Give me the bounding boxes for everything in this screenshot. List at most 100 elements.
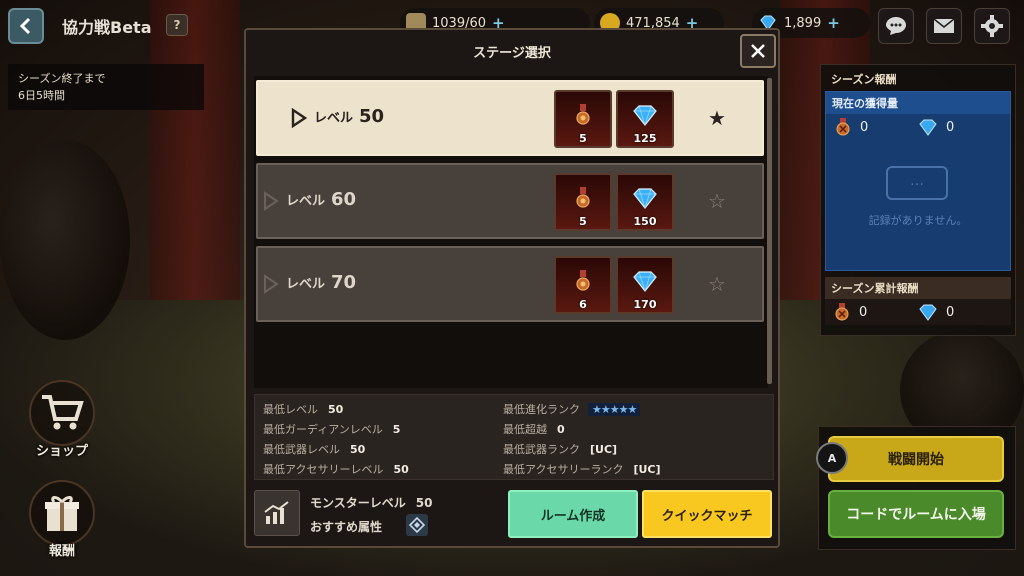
monster-info: モンスターレベル 50 おすすめ属性 xyxy=(254,486,498,542)
medal-icon xyxy=(836,118,850,136)
settings-button[interactable] xyxy=(974,8,1010,44)
requirements-panel: 最低レベル 50 最低ガーディアンレベル 5 最低武器レベル 50 最低アクセサリーレ… xyxy=(254,394,774,480)
req-min-accessory-rank: 最低アクセサリーランク [UC] xyxy=(503,463,661,476)
current-reward-title: 現在の獲得量 xyxy=(826,92,1010,114)
medal-reward-count: 5 xyxy=(579,215,587,228)
stage-level-number: 60 xyxy=(331,189,357,210)
recommended-attribute-label: おすすめ属性 xyxy=(310,520,383,534)
gem-icon xyxy=(633,271,657,292)
req-min-weapon-level: 最低武器レベル 50 xyxy=(263,443,366,456)
shop-label: ショップ xyxy=(35,444,88,459)
help-button[interactable]: ? xyxy=(166,14,188,36)
medal-reward-slot: 5 xyxy=(554,173,612,231)
page-title: 協力戦Beta xyxy=(62,18,152,37)
start-battle-button[interactable]: 戦闘開始 xyxy=(828,436,1004,482)
gem-icon xyxy=(919,119,937,136)
shop-button[interactable]: ショップ xyxy=(24,380,100,459)
back-button[interactable] xyxy=(8,8,44,44)
cumulative-medal-count: 0 xyxy=(859,304,868,320)
chat-icon xyxy=(886,17,906,35)
reward-icon-frame xyxy=(29,480,95,546)
stage-level-label: レベル xyxy=(286,194,326,209)
stage-list-scrollbar[interactable] xyxy=(767,78,772,384)
current-medal-count: 0 xyxy=(860,119,869,135)
cumulative-reward-title: シーズン累計報酬 xyxy=(825,277,1011,299)
cumulative-reward-row: 0 0 xyxy=(825,299,1011,325)
reward-button[interactable]: 報酬 xyxy=(24,480,100,559)
reward-label: 報酬 xyxy=(48,544,75,559)
medal-icon xyxy=(576,270,590,291)
attribute-icon xyxy=(406,514,428,536)
create-room-button[interactable]: ルーム作成 xyxy=(508,490,638,538)
stage-select-dialog: ステージ選択 レベル 50 5 125 ★ レベル 60 5 150 ☆ レベル… xyxy=(244,28,780,548)
cart-icon xyxy=(42,395,84,430)
empty-record-text: 記録がありません。 xyxy=(868,214,968,227)
chat-button[interactable] xyxy=(878,8,914,44)
stage-level: レベル 50 xyxy=(314,106,384,127)
stage-level-label: レベル xyxy=(286,277,326,292)
stage-list: レベル 50 5 125 ★ レベル 60 5 150 ☆ レベル 70 6 1… xyxy=(254,76,768,388)
stage-level: レベル 60 xyxy=(286,189,356,210)
empty-record-icon: … xyxy=(886,166,948,200)
quick-match-button[interactable]: クイックマッチ xyxy=(642,490,772,538)
play-icon xyxy=(291,108,308,128)
cumulative-medal-slot: 0 xyxy=(833,303,918,321)
req-min-transcend: 最低超越 0 xyxy=(503,423,565,436)
medal-icon xyxy=(576,187,590,208)
current-reward-row: 0 0 xyxy=(826,114,1010,140)
join-by-code-button[interactable]: コードでルームに入場 xyxy=(828,490,1004,538)
current-gem-slot: 0 xyxy=(918,118,1002,136)
cumulative-gem-slot: 0 xyxy=(918,303,1003,321)
close-button[interactable] xyxy=(740,34,776,68)
mail-icon xyxy=(933,18,955,33)
add-gem-button[interactable]: + xyxy=(827,14,840,32)
season-reward-panel: シーズン報酬 現在の獲得量 0 0 … 記録がありません。 シーズン累計報酬 0… xyxy=(820,64,1016,336)
play-icon xyxy=(264,191,279,211)
gem-value: 1,899 xyxy=(784,15,822,31)
stage-row[interactable]: レベル 60 5 150 ☆ xyxy=(256,163,764,239)
star-icon: ★ xyxy=(708,106,726,130)
star-outline-icon: ☆ xyxy=(708,272,726,296)
gem-reward-slot: 125 xyxy=(616,90,674,148)
diamond-attribute-icon xyxy=(409,517,425,533)
shop-icon-frame xyxy=(29,380,95,446)
stage-row[interactable]: レベル 50 5 125 ★ xyxy=(256,80,764,156)
evolution-rank-stars: ★★★★★ xyxy=(588,403,641,416)
monster-level-icon-frame xyxy=(254,490,300,536)
dialog-title: ステージ選択 xyxy=(473,46,551,61)
req-min-weapon-rank: 最低武器ランク [UC] xyxy=(503,443,618,456)
chart-up-icon xyxy=(264,501,289,524)
season-end-label: シーズン終了まで xyxy=(18,72,106,85)
stage-level-label: レベル xyxy=(314,111,354,126)
star-outline-icon: ☆ xyxy=(708,189,726,213)
gem-reward-count: 125 xyxy=(633,132,657,145)
close-icon xyxy=(751,44,765,58)
stage-level: レベル 70 xyxy=(286,272,356,293)
gem-icon xyxy=(919,304,937,321)
gem-icon xyxy=(633,105,657,126)
gem-reward-slot: 170 xyxy=(616,256,674,314)
medal-reward-count: 5 xyxy=(579,132,587,145)
gift-icon xyxy=(45,496,79,531)
season-remaining: 6日5時間 xyxy=(18,89,65,102)
cumulative-gem-count: 0 xyxy=(946,304,955,320)
req-min-level: 最低レベル 50 xyxy=(263,403,344,416)
stage-level-number: 50 xyxy=(359,106,385,127)
gem-reward-slot: 150 xyxy=(616,173,674,231)
gem-icon xyxy=(633,188,657,209)
season-timer: シーズン終了まで 6日5時間 xyxy=(8,64,204,110)
current-medal-slot: 0 xyxy=(834,118,918,136)
mail-button[interactable] xyxy=(926,8,962,44)
play-icon xyxy=(264,274,279,294)
medal-icon xyxy=(835,303,849,321)
season-reward-title: シーズン報酬 xyxy=(831,73,897,86)
stage-level-number: 70 xyxy=(331,272,357,293)
medal-reward-slot: 6 xyxy=(554,256,612,314)
gem-reward-count: 150 xyxy=(633,215,657,228)
chevron-left-icon xyxy=(19,17,31,35)
gear-icon xyxy=(981,15,1003,37)
stage-row[interactable]: レベル 70 6 170 ☆ xyxy=(256,246,764,322)
req-min-evolution-rank: 最低進化ランク ★★★★★ xyxy=(503,401,641,417)
current-reward-box: 現在の獲得量 0 0 … 記録がありません。 xyxy=(825,91,1011,271)
medal-reward-slot: 5 xyxy=(554,90,612,148)
